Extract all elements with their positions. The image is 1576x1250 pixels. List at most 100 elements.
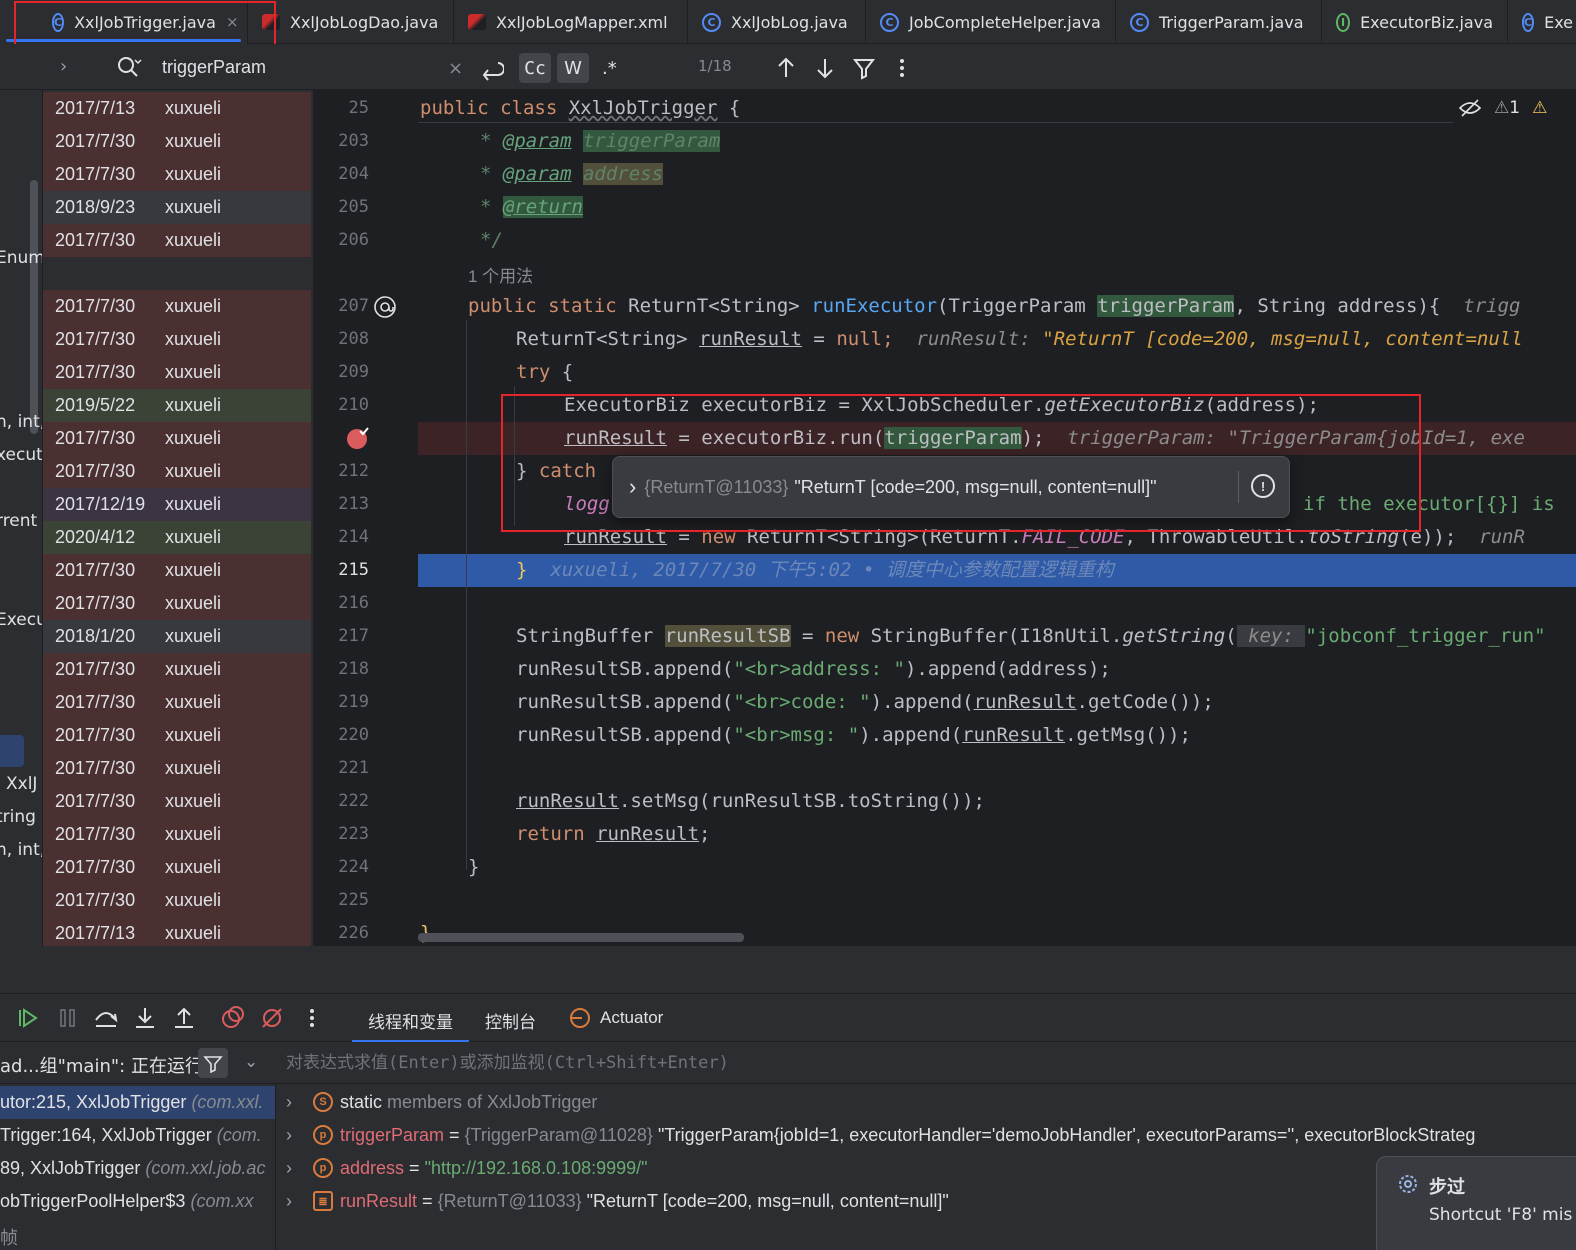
more-options-icon[interactable] <box>892 53 912 83</box>
search-input[interactable] <box>162 54 442 80</box>
mute-breakpoints-icon[interactable] <box>258 1004 286 1032</box>
stack-frame[interactable]: obTriggerPoolHelper$3 (com.xx <box>0 1185 275 1218</box>
scrollbar[interactable] <box>30 180 38 434</box>
class-icon: C <box>1130 12 1149 32</box>
chevron-down-icon[interactable]: ⌄ <box>244 1052 258 1072</box>
blame-entry[interactable]: 2017/7/30 xuxueli <box>43 653 311 686</box>
blame-entry[interactable]: 2017/7/30 xuxueli <box>43 554 311 587</box>
step-into-icon[interactable] <box>131 1004 159 1032</box>
horizontal-scrollbar[interactable] <box>418 933 744 942</box>
step-out-icon[interactable] <box>170 1004 198 1032</box>
code-editor[interactable]: public class XxlJobTrigger { ⚠1 ⚠ * @par… <box>418 90 1576 946</box>
next-occurrence-icon[interactable] <box>813 53 837 83</box>
selected-item[interactable] <box>0 735 24 767</box>
tab-actuator[interactable]: Actuator <box>600 1008 663 1028</box>
chevron-right-icon[interactable]: › <box>60 56 67 77</box>
blame-entry[interactable]: 2017/7/30 xuxueli <box>43 818 311 851</box>
line-number: 216 <box>338 593 369 613</box>
blame-entry[interactable]: 2017/7/30 xuxueli <box>43 719 311 752</box>
more-options-icon[interactable] <box>298 1004 326 1032</box>
blame-entry[interactable]: 2017/7/30 xuxueli <box>43 356 311 389</box>
implementation-at-icon[interactable] <box>373 295 397 319</box>
evaluate-expression-input[interactable] <box>286 1050 1186 1076</box>
blame-entry[interactable]: 2017/7/13 xuxueli <box>43 92 311 125</box>
blame-entry[interactable]: 2017/7/30 xuxueli <box>43 290 311 323</box>
thread-selector[interactable]: ad...组"main": 正在运行 ⌄ <box>0 1042 276 1084</box>
blame-entry[interactable]: 2017/7/30 xuxueli <box>43 158 311 191</box>
warning-icon[interactable]: ⚠ <box>1532 98 1547 118</box>
warning-count[interactable]: ⚠1 <box>1494 98 1520 118</box>
tab-xxljoblogmapper[interactable]: XxlJobLogMapper.xml <box>454 0 688 44</box>
variable-row[interactable]: › S static members of XxlJobTrigger <box>276 1086 1576 1119</box>
tab-overflow[interactable]: C Exe <box>1508 0 1576 44</box>
pause-icon[interactable] <box>54 1004 82 1032</box>
whole-word-button[interactable]: W <box>557 53 589 83</box>
code-line: } xuxueli, 2017/7/30 下午5:02 • 调度中心参数配置逻辑… <box>516 559 1114 581</box>
blame-entry[interactable]: 2018/1/20 xuxueli <box>43 620 311 653</box>
chevron-right-icon[interactable]: › <box>286 1191 292 1212</box>
regex-button[interactable]: .* <box>602 53 617 83</box>
blame-entry[interactable]: 2017/7/30 xuxueli <box>43 587 311 620</box>
blame-entry[interactable]: 2017/7/30 xuxueli <box>43 125 311 158</box>
step-over-icon[interactable] <box>92 1004 120 1032</box>
line-number-gutter[interactable]: 25 203 204 205 206 207 208 209 210 212 2… <box>313 90 418 946</box>
reader-mode-icon[interactable] <box>1458 98 1482 118</box>
blame-author: xuxueli <box>165 395 222 415</box>
blame-entry[interactable]: 2017/7/30 xuxueli <box>43 884 311 917</box>
toast-body: Shortcut 'F8' mis <box>1429 1205 1573 1225</box>
resume-icon[interactable] <box>14 1004 42 1032</box>
expand-chevron-icon[interactable]: › <box>629 474 636 500</box>
clear-search-icon[interactable]: × <box>448 53 463 83</box>
match-case-button[interactable]: Cc <box>519 53 551 83</box>
tab-jobcompletehelper[interactable]: C JobCompleteHelper.java <box>866 0 1116 44</box>
notification-toast[interactable]: 步过 Shortcut 'F8' mis <box>1376 1156 1576 1250</box>
stack-frame[interactable]: 帧 <box>0 1218 275 1250</box>
previous-occurrence-icon[interactable] <box>774 53 798 83</box>
blame-author: xuxueli <box>165 428 222 448</box>
stack-frame[interactable]: utor:215, XxlJobTrigger (com.xxl. <box>0 1086 275 1119</box>
editor-tab-bar: C XxlJobTrigger.java × XxlJobLogDao.java… <box>0 0 1576 44</box>
tab-console[interactable]: 控制台 <box>485 1008 536 1033</box>
tab-executorbiz[interactable]: I ExecutorBiz.java <box>1322 0 1508 44</box>
blame-entry[interactable]: 2017/7/30 xuxueli <box>43 224 311 257</box>
chevron-right-icon[interactable]: › <box>286 1158 292 1179</box>
tab-xxljobtrigger[interactable]: C XxlJobTrigger.java × <box>0 0 248 44</box>
stack-frame[interactable]: Trigger:164, XxlJobTrigger (com. <box>0 1119 275 1152</box>
blame-entry[interactable]: 2017/7/30 xuxueli <box>43 686 311 719</box>
tab-threads-variables[interactable]: 线程和变量 <box>352 1008 469 1043</box>
blame-entry[interactable]: 2020/4/12 xuxueli <box>43 521 311 554</box>
blame-entry[interactable]: 2017/7/30 xuxueli <box>43 785 311 818</box>
line-number: 210 <box>338 395 369 415</box>
chevron-right-icon[interactable]: › <box>286 1125 292 1146</box>
info-icon[interactable]: ! <box>1251 474 1275 498</box>
blame-entry[interactable]: 2017/7/30 xuxueli <box>43 455 311 488</box>
filter-icon[interactable] <box>852 53 876 83</box>
blame-entry[interactable]: 2017/7/30 xuxueli <box>43 752 311 785</box>
blame-entry[interactable]: 2018/9/23 xuxueli <box>43 191 311 224</box>
debug-value-tooltip[interactable]: › {ReturnT@11033} "ReturnT [code=200, ms… <box>612 456 1290 518</box>
blame-author: xuxueli <box>165 659 222 679</box>
stack-frame[interactable]: 89, XxlJobTrigger (com.xxl.job.ac <box>0 1152 275 1185</box>
new-line-icon[interactable] <box>478 53 504 83</box>
variable-row[interactable]: › p triggerParam = {TriggerParam@11028} … <box>276 1119 1576 1152</box>
view-breakpoints-icon[interactable] <box>219 1004 247 1032</box>
usage-hint[interactable]: 1 个用法 <box>468 262 533 287</box>
blame-author: xuxueli <box>165 791 222 811</box>
close-icon[interactable]: × <box>226 13 239 31</box>
filter-frames-button[interactable] <box>198 1048 228 1078</box>
breakpoint-icon[interactable] <box>346 426 370 450</box>
tab-triggerparam[interactable]: C TriggerParam.java <box>1116 0 1322 44</box>
editor-header-separator <box>418 122 1453 123</box>
blame-author: xuxueli <box>165 593 222 613</box>
blame-entry[interactable]: 2017/12/19 xuxueli <box>43 488 311 521</box>
tab-label: ExecutorBiz.java <box>1360 12 1493 32</box>
blame-date: 2017/7/30 <box>55 659 136 679</box>
blame-entry[interactable]: 2017/7/30 xuxueli <box>43 323 311 356</box>
tab-xxljoblogdao[interactable]: XxlJobLogDao.java <box>248 0 454 44</box>
blame-entry[interactable]: 2017/7/30 xuxueli <box>43 851 311 884</box>
chevron-right-icon[interactable]: › <box>286 1092 292 1113</box>
tab-xxljoblog[interactable]: C XxlJobLog.java <box>688 0 866 44</box>
code-line: ExecutorBiz executorBiz = XxlJobSchedule… <box>564 394 1319 416</box>
blame-entry[interactable]: 2019/5/22 xuxueli <box>43 389 311 422</box>
blame-entry[interactable]: 2017/7/30 xuxueli <box>43 422 311 455</box>
